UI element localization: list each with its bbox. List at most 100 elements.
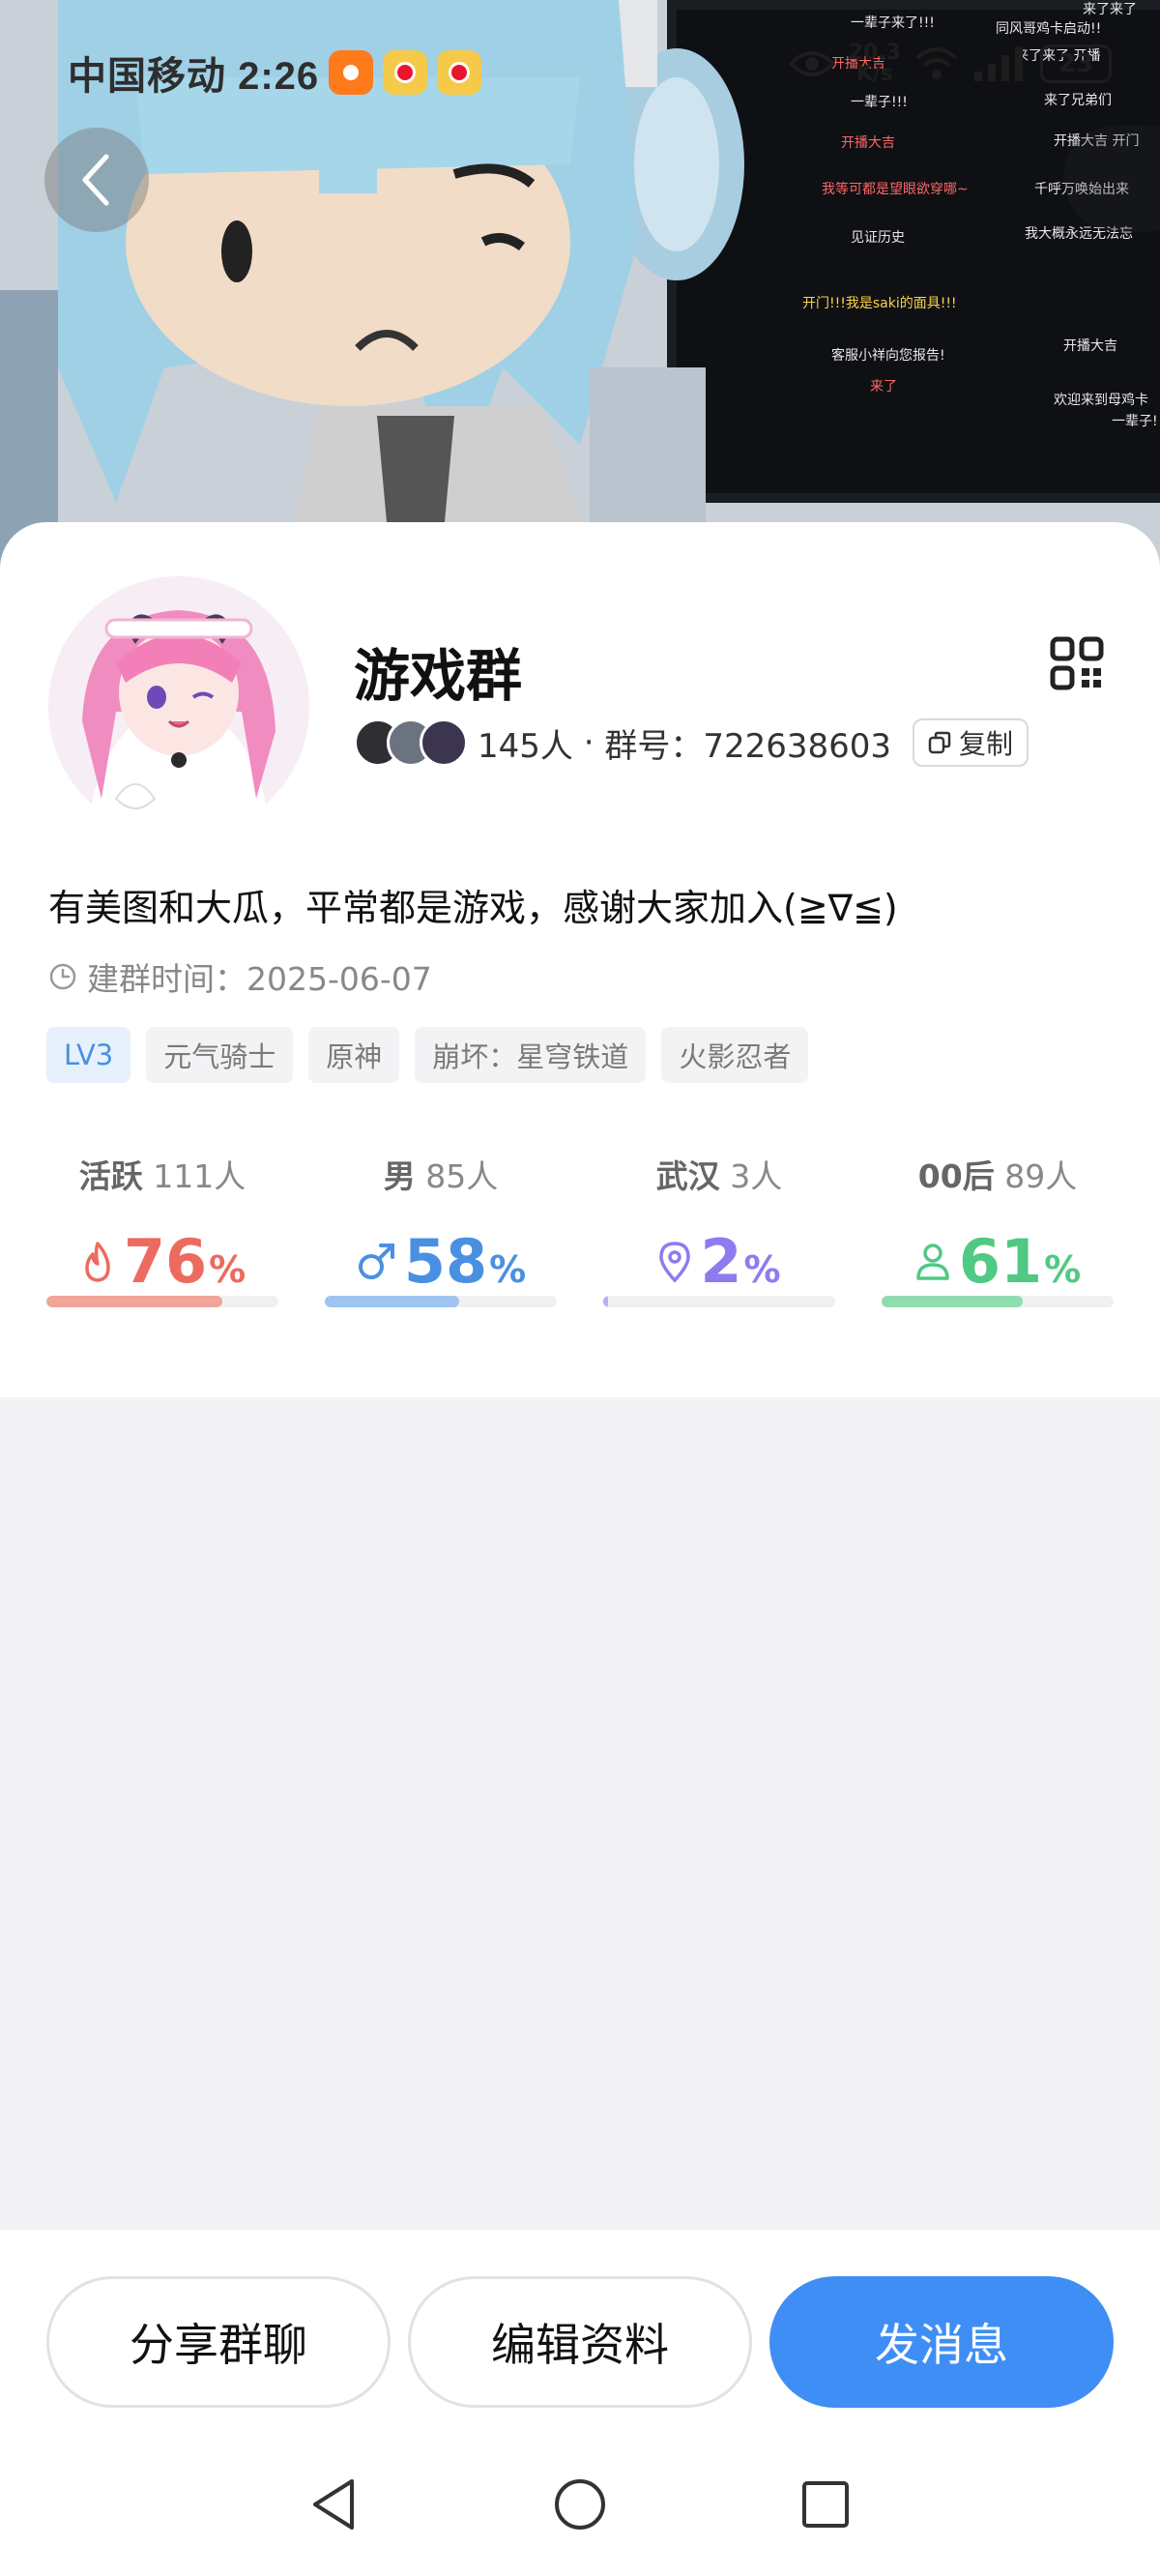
carrier-time: 中国移动 2:26: [68, 55, 320, 98]
stat-count: 111人: [153, 1157, 246, 1195]
stat-unit: %: [209, 1248, 246, 1291]
stat-bar-fill: [882, 1296, 1024, 1307]
stat-age[interactable]: 00后 89人 61%: [882, 1151, 1114, 1307]
eye-icon: [788, 51, 835, 76]
stat-bar: [325, 1296, 557, 1307]
svg-text:见证历史: 见证历史: [851, 230, 905, 246]
svg-text:客服小祥向您报告!: 客服小祥向您报告!: [831, 347, 945, 364]
stat-head: 武汉 3人: [603, 1151, 835, 1197]
tag-item: 火影忍者: [661, 1027, 809, 1083]
status-right: 20.3 K/s 23: [788, 43, 1112, 85]
group-tags: LV3 元气骑士 原神 崩坏：星穹铁道 火影忍者: [46, 1027, 809, 1083]
chevron-left-icon: [82, 154, 109, 206]
male-icon: [358, 1243, 394, 1279]
stat-bar: [603, 1296, 835, 1307]
member-count[interactable]: 145人: [478, 719, 573, 767]
group-stats: 活跃 111人 76% 男 85人 58% 武汉 3人 2 % 00后 89人 …: [46, 1151, 1114, 1307]
stat-count: 3人: [730, 1157, 783, 1195]
group-info-card: 游戏群 145人 · 群号：722638603 复制 有美图和大瓜，平常都是游戏…: [0, 522, 1160, 1397]
send-message-button[interactable]: 发消息: [769, 2276, 1114, 2408]
svg-text:开播大吉: 开播大吉: [841, 135, 895, 151]
stat-bar: [46, 1296, 278, 1307]
stat-head: 00后 89人: [882, 1151, 1114, 1197]
stat-male[interactable]: 男 85人 58%: [325, 1151, 557, 1307]
created-date: 建群时间：2025-06-07: [48, 953, 432, 1000]
tag-item: 元气骑士: [146, 1027, 294, 1083]
stat-location[interactable]: 武汉 3人 2%: [603, 1151, 835, 1307]
copy-icon: [928, 731, 951, 754]
svg-text:来了: 来了: [870, 379, 897, 395]
copy-label: 复制: [959, 728, 1014, 760]
nav-back-icon[interactable]: [305, 2474, 363, 2535]
stat-head: 男 85人: [325, 1151, 557, 1197]
status-bar: 中国移动 2:26 20.3 K/s 23: [0, 37, 1160, 104]
stat-value: 61%: [882, 1226, 1114, 1297]
location-icon: [659, 1241, 691, 1283]
wifi-icon: [915, 47, 958, 79]
stat-count: 89人: [1004, 1157, 1078, 1195]
share-group-button[interactable]: 分享群聊: [46, 2276, 391, 2408]
qr-code-icon[interactable]: [1050, 636, 1104, 690]
stat-label: 男: [383, 1157, 416, 1195]
header-photo: 一辈子来了!!! 同风哥鸡卡启动!! 来了来了 开播大吉 来了来了 开播 一辈子…: [0, 0, 1160, 580]
nav-home-icon[interactable]: [551, 2474, 609, 2535]
stat-active[interactable]: 活跃 111人 76%: [46, 1151, 278, 1307]
stat-unit: %: [489, 1248, 527, 1291]
copy-group-number-button[interactable]: 复制: [913, 718, 1030, 767]
tag-level: LV3: [46, 1027, 131, 1083]
tag-item: 原神: [308, 1027, 400, 1083]
network-speed: 20.3 K/s: [849, 43, 901, 85]
anime-girl-avatar-image: [48, 576, 309, 837]
created-label: 建群时间：2025-06-07: [87, 960, 432, 998]
svg-text:同风哥鸡卡启动!!: 同风哥鸡卡启动!!: [996, 20, 1101, 37]
stat-label: 00后: [917, 1157, 995, 1195]
svg-text:一辈子!: 一辈子!: [1112, 414, 1158, 429]
stat-value: 2%: [603, 1226, 835, 1297]
group-number: 群号：722638603: [604, 726, 892, 766]
member-avatars[interactable]: [354, 718, 468, 767]
stat-number: 2: [700, 1226, 742, 1297]
svg-text:开播大吉: 开播大吉: [1063, 338, 1117, 354]
status-left: 中国移动 2:26: [68, 44, 482, 101]
stat-bar-fill: [325, 1296, 460, 1307]
weibo-notification-icon-2: [437, 50, 482, 95]
weibo-notification-icon: [383, 50, 428, 95]
svg-text:欢迎来到母鸡卡: 欢迎来到母鸡卡: [1054, 392, 1148, 408]
nav-recents-icon[interactable]: [797, 2474, 855, 2535]
more-button[interactable]: [1063, 126, 1160, 232]
signal-icon: [974, 46, 1023, 81]
group-avatar[interactable]: [48, 576, 309, 837]
flame-icon: [85, 1241, 110, 1282]
svg-text:开门!!!我是saki的面具!!!: 开门!!!我是saki的面具!!!: [802, 296, 957, 311]
stat-head: 活跃 111人: [46, 1151, 278, 1197]
group-description: 有美图和大瓜，平常都是游戏，感谢大家加入(≧∇≦): [48, 887, 898, 929]
group-name: 游戏群: [354, 643, 523, 709]
tag-item: 崩坏：星穹铁道: [415, 1027, 647, 1083]
stat-number: 61: [958, 1226, 1043, 1297]
stat-bar-fill: [46, 1296, 223, 1307]
stat-bar-fill: [603, 1296, 608, 1307]
system-nav-bar: [0, 2456, 1160, 2576]
stat-unit: %: [743, 1248, 781, 1291]
stat-number: 58: [403, 1226, 488, 1297]
stat-value: 76%: [46, 1226, 278, 1297]
person-icon: [916, 1243, 949, 1280]
group-meta: 145人 · 群号：722638603 复制: [354, 716, 1030, 770]
edit-profile-button[interactable]: 编辑资料: [408, 2276, 752, 2408]
stat-number: 76: [123, 1226, 208, 1297]
speed-value: 20.3: [848, 41, 901, 65]
kuaishou-notification-icon: [329, 50, 374, 95]
stat-bar: [882, 1296, 1114, 1307]
stat-label: 活跃: [78, 1157, 143, 1195]
svg-text:来了来了: 来了来了: [1083, 2, 1137, 17]
stat-value: 58%: [325, 1226, 557, 1297]
svg-text:我等可都是望眼欲穿哪~: 我等可都是望眼欲穿哪~: [822, 181, 969, 197]
stat-unit: %: [1044, 1248, 1082, 1291]
clock-icon: [49, 963, 76, 990]
speed-unit: K/s: [856, 62, 893, 86]
back-button[interactable]: [44, 128, 149, 232]
battery-indicator: 23: [1040, 44, 1112, 83]
svg-text:一辈子来了!!!: 一辈子来了!!!: [851, 15, 935, 31]
stat-label: 武汉: [655, 1157, 720, 1195]
meta-separator: ·: [572, 723, 605, 762]
